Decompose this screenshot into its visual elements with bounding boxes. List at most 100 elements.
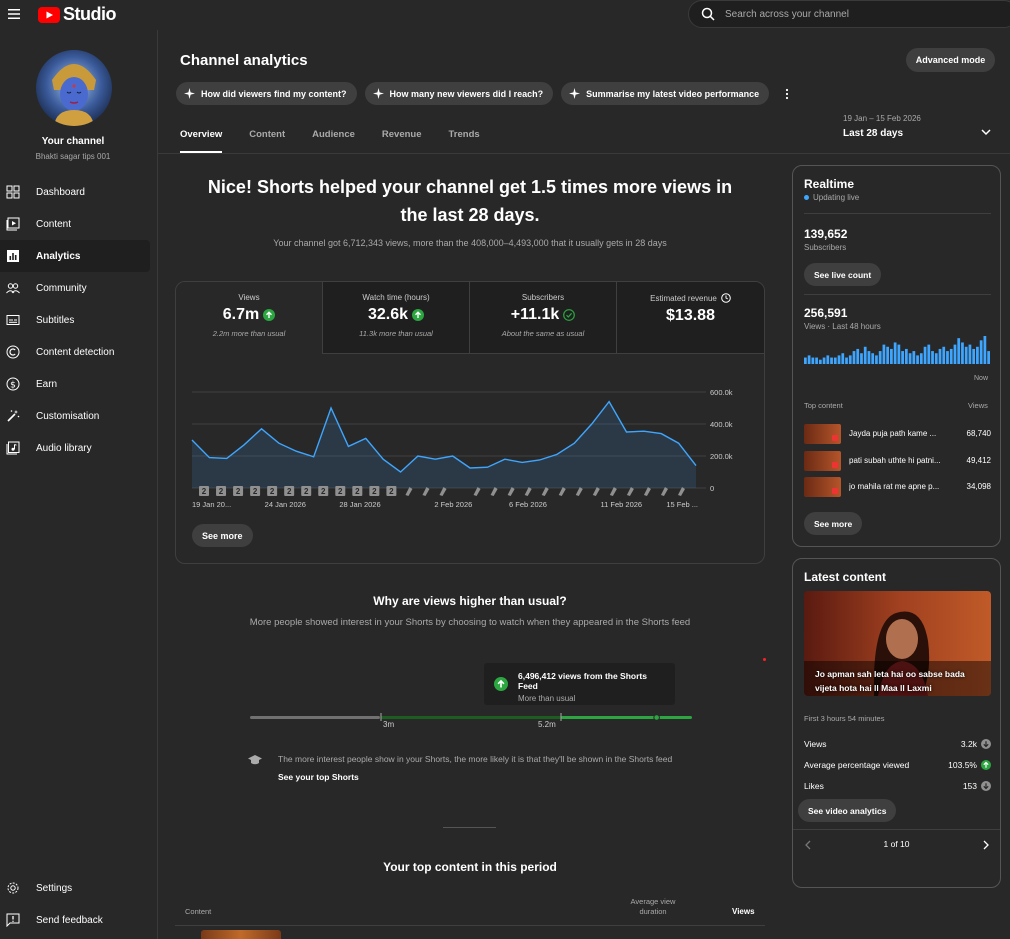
overview-subline: Your channel got 6,712,343 views, more t… [273,238,667,248]
top-content-item[interactable]: pati subah uthte hi patni... 49,412 [804,451,991,471]
chip-viewers-find[interactable]: How did viewers find my content? [176,82,357,105]
search-placeholder: Search across your channel [725,8,849,20]
views-chart[interactable]: 0 200.0k 400.0k 600.0k 2 2 2 2 2 2 2 2 2 2 2 2 19 Jan 20… [176,354,765,514]
community-icon [6,283,20,294]
sidebar-item-dashboard[interactable]: Dashboard [0,176,158,208]
realtime-live-label: Updating live [813,193,860,202]
column-avg-duration[interactable]: Average view duration [623,897,683,917]
chip-latest-video[interactable]: Summarise my latest video performance [561,82,770,105]
channel-name: Bhakti sagar tips 001 [35,152,111,161]
chip-new-viewers[interactable]: How many new viewers did I reach? [364,82,554,105]
chevron-down-icon[interactable] [980,126,992,138]
sidebar-item-audio-library[interactable]: Audio library [0,432,158,464]
sidebar-item-community[interactable]: Community [0,272,158,304]
video-title: pati subah uthte hi patni... [849,456,941,465]
sidebar-item-content[interactable]: Content [0,208,158,240]
upload-count-label: 2 [355,487,360,496]
metric-revenue[interactable]: Estimated revenue $13.88 [617,282,764,354]
metric-watch-time[interactable]: Watch time (hours) 32.6k 11.3k more than… [323,282,470,354]
upload-count-label: 2 [236,487,241,496]
range-bar-typical [381,716,561,719]
top-content-thumbnail[interactable] [201,930,281,939]
top-content-item[interactable]: Jayda puja path kame ... 68,740 [804,424,991,444]
metric-note: About the same as usual [501,329,585,338]
realtime-bar [961,342,964,364]
realtime-bar [957,338,961,364]
realtime-views-chart[interactable] [804,336,991,370]
date-range-picker[interactable]: 19 Jan – 15 Feb 2026 Last 28 days [843,114,921,139]
sidebar-item-send-feedback[interactable]: Send feedback [0,904,158,936]
see-live-count-button[interactable]: See live count [804,263,882,286]
latest-video-title: Jo apman sah leta hai oo sabse bada vije… [815,669,965,693]
tooltip-subtitle: More than usual [518,694,576,703]
realtime-bar [919,353,923,364]
top-content-item[interactable]: jo mahila rat me apne p... 34,098 [804,477,991,497]
tab-audience[interactable]: Audience [312,129,355,153]
sidebar-nav: Dashboard Content Analytics Community Su… [0,176,158,464]
sidebar-item-customisation[interactable]: Customisation [0,400,158,432]
see-video-analytics-button[interactable]: See video analytics [798,799,897,822]
channel-title: Your channel [41,136,105,147]
realtime-bar [818,359,822,364]
realtime-bar [841,353,845,364]
sidebar-item-settings[interactable]: Settings [0,872,158,904]
realtime-views: 256,591 [804,306,848,320]
realtime-live: Updating live [804,193,859,202]
realtime-bar [837,355,841,364]
main-content: Channel analytics Advanced mode How did … [158,30,1010,939]
range-high-label: 5.2m [538,720,556,729]
column-views[interactable]: Views [732,907,755,916]
realtime-bar [964,346,968,364]
arrow-up-circle-icon [412,309,425,321]
sidebar-item-earn[interactable]: $ Earn [0,368,158,400]
top-content-label: Top content [804,401,843,410]
realtime-views-label: Views · Last 48 hours [804,322,881,331]
sidebar-item-analytics[interactable]: Analytics [0,240,150,272]
check-circle-icon [563,309,576,321]
tab-overview[interactable]: Overview [180,129,223,153]
stat-value: 3.2k [960,739,977,749]
video-views: 34,098 [966,482,991,491]
hamburger-menu-icon[interactable] [8,8,20,20]
realtime-see-more-button[interactable]: See more [804,512,863,535]
realtime-now-label: Now [974,375,989,382]
search-bar[interactable]: Search across your channel [688,0,1010,28]
realtime-bar [811,357,815,364]
sidebar-bottom: Settings Send feedback [0,872,158,936]
see-more-button[interactable]: See more [192,524,253,547]
chevron-right-icon[interactable] [981,840,991,850]
channel-avatar[interactable] [36,50,112,126]
sidebar-item-content-detection[interactable]: Content detection [0,336,158,368]
more-options-icon[interactable] [781,88,793,100]
advanced-mode-button[interactable]: Advanced mode [906,48,995,72]
arrow-up-circle-icon [494,677,508,691]
realtime-bar [946,351,949,364]
realtime-bar [908,353,912,364]
first-hours-label: First 3 hours 54 minutes [804,714,885,723]
x-tick-label: 6 Feb 2026 [509,500,547,509]
metric-subscribers[interactable]: Subscribers +11.1k About the same as usu… [470,282,617,354]
upload-count-label: 2 [253,487,258,496]
tab-content[interactable]: Content [249,129,285,153]
tab-trends[interactable]: Trends [449,129,480,153]
sidebar-item-subtitles[interactable]: Subtitles [0,304,158,336]
stat-value: 103.5% [948,760,977,770]
upload-count-label: 2 [372,487,377,496]
x-tick-label: 19 Jan 20... [192,500,231,509]
see-top-shorts-link[interactable]: See your top Shorts [278,772,359,782]
realtime-bar [856,348,860,364]
upload-count-label: 2 [202,487,207,496]
metric-views[interactable]: Views 6.7m 2.2m more than usual [176,282,323,354]
dashboard-icon [6,185,20,199]
realtime-bar [867,351,871,364]
current-value-marker [653,714,660,721]
realtime-bar [976,346,979,364]
top-content-title: Your top content in this period [383,860,557,874]
latest-video-thumbnail[interactable]: Jo apman sah leta hai oo sabse bada vije… [804,591,991,696]
tab-revenue[interactable]: Revenue [382,129,422,153]
studio-logo[interactable]: Studio [38,4,117,25]
realtime-subscribers-label: Subscribers [804,243,847,252]
sparkle-icon [184,88,195,99]
realtime-subscribers: 139,652 [804,227,848,241]
section-divider [443,827,496,828]
